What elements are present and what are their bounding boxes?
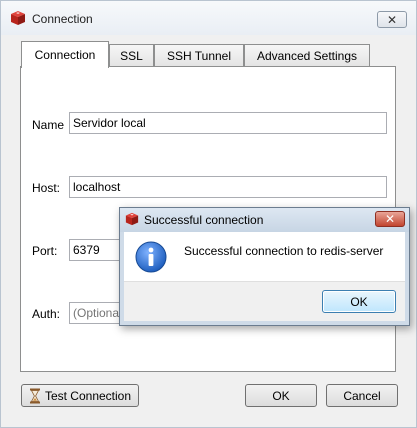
dialog-body: Successful connection to redis-server [124, 232, 405, 281]
cancel-label: Cancel [343, 388, 381, 403]
title-bar: Connection ✕ [1, 1, 416, 35]
tab-label: Advanced Settings [256, 49, 358, 63]
hourglass-icon [29, 388, 40, 403]
redis-icon [125, 212, 139, 226]
port-label: Port: [32, 244, 58, 258]
redis-icon [11, 11, 25, 25]
dialog-close-button[interactable]: ✕ [375, 211, 405, 227]
close-icon: ✕ [384, 212, 396, 226]
dialog-ok-label: OK [350, 294, 368, 309]
dialog-ok-button[interactable]: OK [322, 290, 396, 313]
tab-ssh-tunnel[interactable]: SSH Tunnel [154, 44, 244, 67]
dialog-message: Successful connection to redis-server [184, 244, 384, 258]
ok-label: OK [272, 388, 290, 403]
tab-label: Connection [34, 48, 96, 62]
name-field[interactable] [69, 112, 387, 134]
tab-ssl[interactable]: SSL [109, 44, 154, 67]
close-icon: ✕ [386, 12, 398, 27]
test-connection-button[interactable]: Test Connection [21, 384, 139, 407]
host-field[interactable] [69, 176, 387, 198]
window-title: Connection [32, 12, 93, 26]
tab-advanced-settings[interactable]: Advanced Settings [244, 44, 370, 67]
window-close-button[interactable]: ✕ [377, 11, 407, 28]
dialog-footer: OK [124, 281, 405, 321]
host-label: Host: [32, 181, 61, 195]
dialog-title: Successful connection [144, 213, 264, 227]
tab-connection[interactable]: Connection [21, 41, 109, 68]
cancel-button[interactable]: Cancel [326, 384, 398, 407]
tab-label: SSL [120, 49, 143, 63]
success-dialog: Successful connection ✕ Successful conne… [119, 207, 410, 326]
dialog-title-bar: Successful connection ✕ [120, 208, 409, 232]
test-connection-label: Test Connection [44, 388, 132, 403]
tab-label: SSH Tunnel [166, 49, 232, 63]
info-icon [135, 241, 167, 273]
name-label: Name [32, 118, 65, 132]
ok-button[interactable]: OK [245, 384, 317, 407]
auth-label: Auth: [32, 307, 61, 321]
